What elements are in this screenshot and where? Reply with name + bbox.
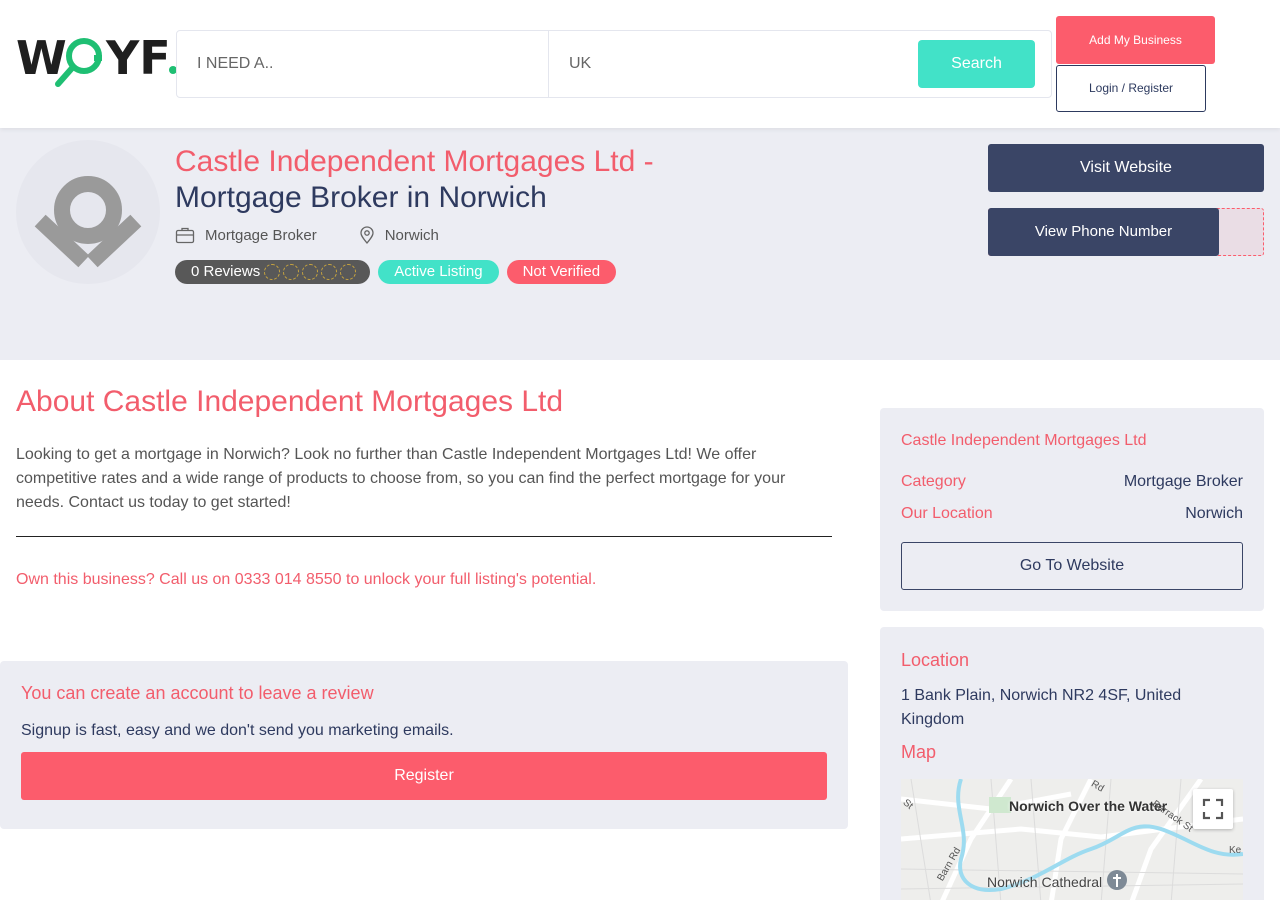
view-phone-button[interactable]: View Phone Number [988,208,1219,256]
about-description: Looking to get a mortgage in Norwich? Lo… [16,446,786,511]
svg-text:W: W [16,31,67,85]
location-pin-icon [360,226,374,244]
review-box-subtitle: Signup is fast, easy and we don't send y… [21,722,454,739]
login-register-button[interactable]: Login / Register [1056,65,1206,112]
business-title-category: Mortgage Broker in Norwich [175,181,547,214]
svg-text:YF: YF [105,31,171,85]
address-text: 1 Bank Plain, Norwich NR2 4SF, United Ki… [901,687,1182,728]
location-title: Location [901,650,970,670]
about-title: About Castle Independent Mortgages Ltd [16,385,564,418]
map-label-street: Ke [1229,845,1242,856]
business-logo [16,140,160,284]
reviews-count: 0 Reviews [191,263,261,280]
go-to-website-button[interactable]: Go To Website [901,542,1243,590]
star-icon [283,264,300,280]
map-label-area: Norwich Over the Water [1009,798,1168,814]
fullscreen-icon [1202,798,1224,820]
location-value: Norwich [1185,505,1243,522]
register-button[interactable]: Register [21,752,827,800]
category-text: Mortgage Broker [205,226,317,244]
card-business-name: Castle Independent Mortgages Ltd [901,432,1147,449]
location-text: Norwich [384,226,439,244]
search-bar: I NEED A.. UK Search [176,30,1052,98]
category-label: Category [901,473,966,490]
add-business-button[interactable]: Add My Business [1056,16,1215,64]
business-meta: Mortgage Broker Norwich [175,226,439,244]
map-fullscreen-button[interactable] [1193,789,1233,829]
search-button[interactable]: Search [918,40,1035,88]
not-verified-badge: Not Verified [506,260,617,284]
review-box-title: You can create an account to leave a rev… [21,683,374,703]
category-value: Mortgage Broker [1123,473,1243,490]
star-rating [264,264,357,280]
map-title: Map [901,742,937,762]
location-label: Our Location [901,505,993,522]
status-badges: 0 Reviews Active Listing Not Verified [175,260,617,284]
business-title-name: Castle Independent Mortgages Ltd - [175,145,654,178]
star-icon [340,264,357,280]
search-location-input[interactable]: UK [549,31,909,97]
wgyf-logo-icon: W YF [16,31,177,87]
divider [16,536,832,537]
claim-business-text: Own this business? Call us on 0333 014 8… [16,571,597,588]
star-icon [264,264,281,280]
phone-number-reveal[interactable]: View Phone Number [988,208,1264,256]
embedded-map[interactable]: Norwich Over the Water Norwich Cathedral… [901,779,1243,900]
placeholder-logo-icon [34,176,142,268]
star-icon [302,264,319,280]
site-header: W YF I NEED A.. UK Search Add My Busines… [0,0,1280,128]
site-logo[interactable]: W YF [16,28,178,92]
reviews-badge[interactable]: 0 Reviews [175,260,371,284]
briefcase-icon [175,227,195,244]
visit-website-button[interactable]: Visit Website [988,144,1264,192]
location-card: Location 1 Bank Plain, Norwich NR2 4SF, … [880,627,1264,900]
active-listing-badge: Active Listing [378,260,499,284]
business-hero: Castle Independent Mortgages Ltd - Mortg… [0,128,1280,360]
business-info-card: Castle Independent Mortgages Ltd Categor… [880,408,1264,611]
star-icon [321,264,338,280]
map-label-cathedral: Norwich Cathedral [987,874,1103,890]
review-signup-box: You can create an account to leave a rev… [0,661,848,829]
search-need-input[interactable]: I NEED A.. [177,31,549,97]
